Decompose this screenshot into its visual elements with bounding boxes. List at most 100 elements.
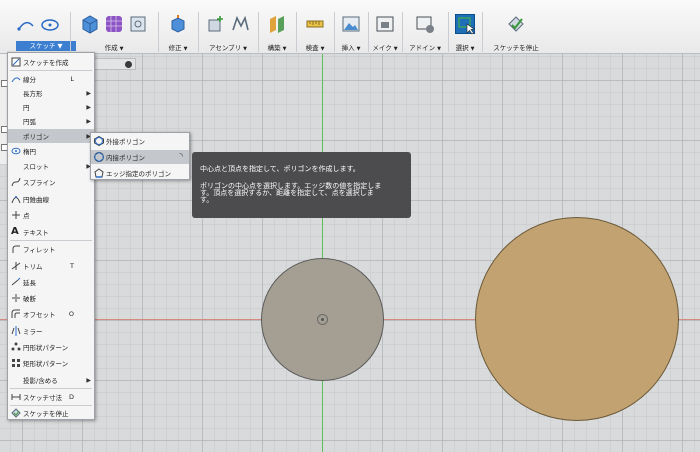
menu-item-create-sketch[interactable]: スケッチを作成 <box>8 55 94 69</box>
modify-menu-button[interactable]: 修正 ▼ <box>160 42 196 52</box>
make-group[interactable]: メイク ▼ <box>370 0 400 54</box>
line-icon <box>11 74 21 84</box>
mirror-icon <box>11 326 21 336</box>
polygon-submenu: 外接ポリゴン 内接ポリゴン ◝ エッジ指定のポリゴン <box>90 132 190 180</box>
stop-sketch-icon[interactable] <box>506 14 526 34</box>
menu-item-polygon[interactable]: ポリゴン ▶ <box>8 129 94 143</box>
addins-menu-button[interactable]: アドイン ▼ <box>404 42 446 52</box>
create-menu-button[interactable]: 作成 ▼ <box>72 42 156 52</box>
conic-curve-icon <box>11 194 21 204</box>
panel-options-icon[interactable] <box>125 61 132 68</box>
submenu-arrow-icon: ▶ <box>86 103 91 111</box>
green-axis-line <box>322 54 323 452</box>
menu-item-rectangular-pattern[interactable]: 矩形状パターン <box>8 356 94 370</box>
submenu-arrow-icon: ▶ <box>86 117 91 125</box>
menu-item-conic-curve[interactable]: 円錐曲線 <box>8 192 94 206</box>
menu-item-fillet[interactable]: フィレット <box>8 242 94 256</box>
menu-item-extend[interactable]: 延長 <box>8 275 94 289</box>
construct-menu-button[interactable]: 構築 ▼ <box>260 42 294 52</box>
joint-icon[interactable] <box>230 14 250 34</box>
create-group[interactable]: 作成 ▼ <box>72 0 156 54</box>
menu-item-text[interactable]: A テキスト <box>8 225 94 239</box>
menu-item-break[interactable]: 破断 <box>8 291 94 305</box>
inspect-menu-button[interactable]: 検査 ▼ <box>298 42 332 52</box>
toolbar: スケッチ ▼ 作成 ▼ 修正 ▼ アセンブリ ▼ 構築 ▼ 検査 ▼ 挿入 ▼ … <box>0 0 700 54</box>
insert-group[interactable]: 挿入 ▼ <box>336 0 366 54</box>
modify-group[interactable]: 修正 ▼ <box>160 0 196 54</box>
tooltip-detail-line: す。 <box>200 196 214 204</box>
sketch-group[interactable]: スケッチ ▼ <box>8 0 76 54</box>
make-menu-button[interactable]: メイク ▼ <box>370 42 400 52</box>
submenu-item-edge-polygon[interactable]: エッジ指定のポリゴン <box>91 166 189 180</box>
loading-cursor-icon: ◝ <box>179 152 184 162</box>
menu-item-offset[interactable]: オフセット O <box>8 307 94 321</box>
circumscribed-polygon-icon <box>94 135 104 147</box>
insert-menu-button[interactable]: 挿入 ▼ <box>336 42 366 52</box>
circular-pattern-icon <box>11 342 21 352</box>
menu-item-line[interactable]: 線分 L <box>8 72 94 86</box>
menu-item-rectangle[interactable]: 長方形 ▶ <box>8 86 94 100</box>
sheet-metal-icon[interactable] <box>128 14 148 34</box>
new-component-icon[interactable] <box>206 14 226 34</box>
scripts-addins-icon[interactable] <box>415 14 435 34</box>
spline-icon <box>11 177 21 187</box>
sketch-dropdown-menu: スケッチを作成 線分 L 長方形 ▶ 円 ▶ 円弧 ▶ ポリゴン ▶ 楕円 スロ… <box>7 52 95 420</box>
edge-polygon-icon <box>94 168 104 178</box>
construct-group[interactable]: 構築 ▼ <box>260 0 294 54</box>
tooltip-detail-line: す。頂点を選択するか、距離を指定して、点を選択しま <box>200 189 374 197</box>
offset-plane-icon[interactable] <box>267 14 287 34</box>
trim-icon <box>11 261 21 271</box>
tool-tooltip: 中心点と頂点を指定して、ポリゴンを作成します。 ポリゴンの中心点を選択します。エ… <box>192 152 411 218</box>
form-icon[interactable] <box>104 14 124 34</box>
sketch-dimension-icon <box>11 392 21 402</box>
sketch-menu-button[interactable]: スケッチ ▼ <box>16 41 76 51</box>
large-sketch-circle[interactable] <box>475 217 679 421</box>
point-icon <box>11 210 21 220</box>
text-icon: A <box>11 226 19 237</box>
addins-group[interactable]: アドイン ▼ <box>404 0 446 54</box>
menu-item-mirror[interactable]: ミラー <box>8 324 94 338</box>
submenu-item-circumscribed-polygon[interactable]: 外接ポリゴン <box>91 134 189 148</box>
offset-icon <box>11 309 21 319</box>
circle-center-point[interactable] <box>317 314 328 325</box>
line-tool-icon[interactable] <box>16 14 36 34</box>
center-circle-tool-icon[interactable] <box>40 14 60 34</box>
select-group[interactable]: 選択 ▼ <box>450 0 480 54</box>
assemble-group[interactable]: アセンブリ ▼ <box>200 0 256 54</box>
stop-sketch-icon <box>11 408 21 418</box>
browser-panel-header <box>94 58 136 70</box>
submenu-arrow-icon: ▶ <box>86 376 91 384</box>
ellipse-icon <box>11 146 21 156</box>
menu-item-project-include[interactable]: 投影/含める ▶ <box>8 373 94 387</box>
assemble-menu-button[interactable]: アセンブリ ▼ <box>200 42 256 52</box>
menu-item-point[interactable]: 点 <box>8 208 94 222</box>
menu-item-stop-sketch[interactable]: スケッチを停止 <box>8 406 94 420</box>
menu-item-slot[interactable]: スロット ▶ <box>8 159 94 173</box>
select-menu-button[interactable]: 選択 ▼ <box>450 42 480 52</box>
stop-sketch-button[interactable]: スケッチを停止 <box>484 42 548 52</box>
insert-image-icon[interactable] <box>341 14 361 34</box>
inscribed-polygon-icon <box>94 151 104 163</box>
measure-icon[interactable] <box>305 14 325 34</box>
menu-item-sketch-dimension[interactable]: スケッチ寸法 D <box>8 390 94 404</box>
tooltip-summary: 中心点と頂点を指定して、ポリゴンを作成します。 <box>200 165 360 173</box>
stop-sketch-group[interactable]: スケッチを停止 <box>484 0 548 54</box>
menu-item-circle[interactable]: 円 ▶ <box>8 100 94 114</box>
menu-item-trim[interactable]: トリム T <box>8 259 94 273</box>
menu-item-spline[interactable]: スプライン <box>8 175 94 189</box>
menu-item-arc[interactable]: 円弧 ▶ <box>8 114 94 128</box>
box-icon[interactable] <box>80 14 100 34</box>
inspect-group[interactable]: 検査 ▼ <box>298 0 332 54</box>
3d-print-icon[interactable] <box>375 14 395 34</box>
fillet-icon <box>11 244 21 254</box>
rectangular-pattern-icon <box>11 358 21 368</box>
press-pull-icon[interactable] <box>168 14 188 34</box>
menu-item-circular-pattern[interactable]: 円形状パターン <box>8 340 94 354</box>
extend-icon <box>11 277 21 287</box>
select-icon[interactable] <box>455 14 475 35</box>
break-icon <box>11 293 21 303</box>
small-sketch-circle[interactable] <box>261 258 384 381</box>
submenu-item-inscribed-polygon[interactable]: 内接ポリゴン ◝ <box>91 150 189 164</box>
menu-item-ellipse[interactable]: 楕円 <box>8 144 94 158</box>
create-sketch-icon <box>11 57 21 67</box>
